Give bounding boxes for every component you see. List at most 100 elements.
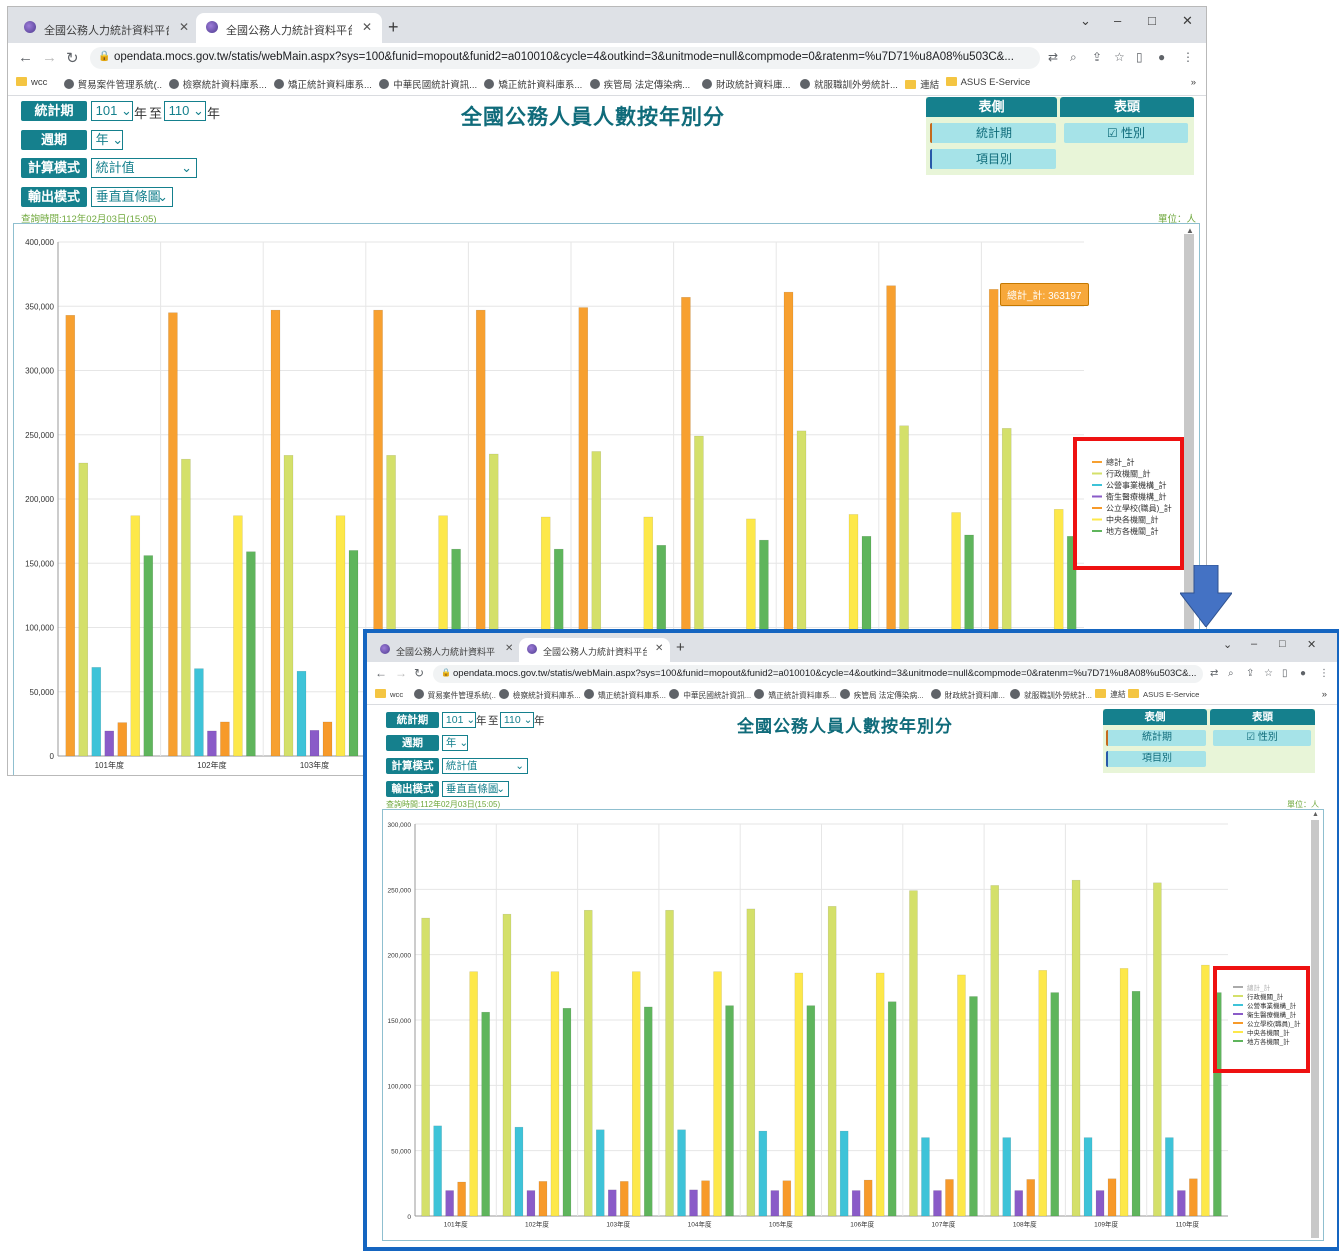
tab-query[interactable]: 全國公務人力統計資料平台查詢網 ✕: [519, 638, 670, 662]
menu-icon[interactable]: ⋮: [1182, 50, 1194, 64]
bookmark-item[interactable]: 矯正統計資料庫系...: [484, 77, 582, 91]
gender-dimension-button[interactable]: ☑ 性別: [1213, 730, 1311, 746]
bookmark-item[interactable]: wcc: [16, 77, 47, 88]
bookmark-item[interactable]: 連結: [1095, 689, 1126, 700]
bookmark-item[interactable]: 疾管局 法定傳染病...: [589, 77, 690, 91]
zoom-icon[interactable]: ⌕: [1070, 50, 1077, 65]
translate-icon[interactable]: ⇄: [1048, 50, 1058, 64]
scroll-up-icon[interactable]: ▲: [1312, 811, 1319, 818]
maximize-icon[interactable]: □: [1148, 13, 1156, 28]
bookmark-item[interactable]: 矯正統計資料庫系...: [583, 689, 666, 701]
back-icon[interactable]: ←: [375, 666, 387, 680]
bookmark-item[interactable]: 中華民國統計資訊...: [379, 77, 477, 91]
side-panel-icon[interactable]: ▯: [1136, 50, 1143, 64]
bookmark-item[interactable]: 檢察統計資料庫系...: [498, 689, 581, 701]
bookmark-item[interactable]: 就服職訓外勞統計...: [1010, 689, 1092, 701]
bookmarks-more-icon[interactable]: »: [1191, 77, 1196, 88]
tab-query[interactable]: 全國公務人力統計資料平台查詢網 ✕: [196, 13, 382, 43]
bookmark-item[interactable]: 中華民國統計資訊...: [669, 689, 751, 701]
share-icon[interactable]: ⇪: [1246, 668, 1254, 679]
forward-icon[interactable]: →: [42, 49, 57, 66]
bookmark-label: 矯正統計資料庫系...: [768, 691, 837, 701]
stat-period-dimension-button[interactable]: 統計期: [930, 123, 1056, 143]
bookmark-item[interactable]: 檢察統計資料庫系...: [168, 77, 267, 91]
tab-search-icon[interactable]: ⌄: [1223, 638, 1232, 651]
bookmark-item[interactable]: 財政統計資料庫...: [930, 689, 1005, 701]
bookmark-item[interactable]: 貿易案件管理系統(..: [63, 77, 162, 91]
bookmark-item[interactable]: 就服職訓外勞統計...: [800, 77, 898, 91]
new-tab-button[interactable]: +: [388, 17, 399, 38]
period-to-select[interactable]: 110 ⌄: [500, 712, 534, 728]
bar: [665, 909, 674, 1217]
minimize-icon[interactable]: –: [1251, 638, 1257, 650]
minimize-icon[interactable]: –: [1114, 13, 1121, 28]
address-bar[interactable]: 🔒 opendata.mocs.gov.tw/statis/webMain.as…: [433, 665, 1203, 683]
zoom-icon[interactable]: ⌕: [1228, 668, 1234, 679]
output-mode-select[interactable]: 垂直直條圖 ⌄: [442, 781, 509, 797]
profile-icon[interactable]: ●: [1158, 50, 1165, 64]
reload-icon[interactable]: ↻: [66, 49, 79, 67]
translate-icon[interactable]: ⇄: [1210, 668, 1218, 679]
reload-icon[interactable]: ↻: [414, 666, 424, 680]
menu-icon[interactable]: ⋮: [1319, 668, 1329, 679]
side-panel-icon[interactable]: ▯: [1282, 668, 1288, 679]
stat-period-dimension-button[interactable]: 統計期: [1106, 730, 1206, 746]
bar: [921, 1137, 930, 1217]
item-dimension-button[interactable]: 項目別: [930, 149, 1056, 169]
bookmark-item[interactable]: 連結: [905, 77, 939, 91]
bookmarks-more-icon[interactable]: »: [1322, 689, 1327, 700]
bar: [78, 462, 89, 757]
bookmark-item[interactable]: ASUS E-Service: [945, 77, 1030, 88]
calc-mode-select[interactable]: 統計值 ⌄: [442, 758, 528, 774]
bookmark-item[interactable]: 矯正統計資料庫系...: [274, 77, 372, 91]
bookmark-item[interactable]: 矯正統計資料庫系...: [754, 689, 836, 701]
bar: [725, 1005, 734, 1217]
bookmark-item[interactable]: 疾管局 法定傳染病...: [839, 689, 924, 701]
page-title: 全國公務人員人數按年別分: [737, 717, 953, 736]
chart-icon: [379, 79, 390, 89]
bar: [584, 909, 593, 1217]
bar: [296, 670, 307, 757]
cycle-select[interactable]: 年 ⌄: [91, 130, 123, 150]
close-tab-icon[interactable]: ✕: [505, 643, 513, 654]
bookmark-label: 矯正統計資料庫系...: [597, 691, 666, 701]
globe-icon: [589, 79, 600, 89]
bookmark-label: 矯正統計資料庫系...: [498, 80, 583, 91]
legend-highlight-box: [1073, 437, 1184, 570]
cycle-select[interactable]: 年 ⌄: [442, 735, 468, 751]
profile-icon[interactable]: ●: [1300, 668, 1306, 679]
chart-scrollbar[interactable]: [1311, 820, 1319, 1238]
bookmark-star-icon[interactable]: ☆: [1264, 668, 1273, 679]
bookmark-item[interactable]: wcc: [375, 689, 403, 699]
window-close-icon[interactable]: ✕: [1182, 13, 1193, 29]
bookmark-item[interactable]: ASUS E-Service: [1127, 689, 1199, 699]
new-tab-button[interactable]: +: [676, 639, 685, 656]
close-tab-icon[interactable]: ✕: [655, 643, 663, 654]
item-dimension-button[interactable]: 項目別: [1106, 751, 1206, 767]
back-icon[interactable]: ←: [18, 49, 33, 66]
tab-platform[interactable]: 全國公務人力統計資料平台 ✕: [372, 638, 518, 662]
bar: [1119, 968, 1129, 1217]
forward-icon[interactable]: →: [395, 666, 407, 680]
period-from-select[interactable]: 101 ⌄: [91, 101, 133, 121]
close-tab-icon[interactable]: ✕: [362, 20, 372, 34]
share-icon[interactable]: ⇪: [1092, 50, 1102, 64]
period-to-select[interactable]: 110 ⌄: [164, 101, 206, 121]
bar: [957, 974, 966, 1217]
bookmark-item[interactable]: 貿易案件管理系統(..: [413, 689, 496, 701]
window-close-icon[interactable]: ✕: [1307, 638, 1316, 651]
tab-platform[interactable]: 全國公務人力統計資料平台 ✕: [14, 13, 194, 43]
tab-search-icon[interactable]: ⌄: [1080, 13, 1091, 29]
period-from-select[interactable]: 101 ⌄: [442, 712, 476, 728]
calc-mode-select[interactable]: 統計值 ⌄: [91, 158, 197, 178]
output-mode-select[interactable]: 垂直直條圖 ⌄: [91, 187, 173, 207]
scroll-up-icon[interactable]: ▲: [1186, 226, 1194, 235]
bookmark-star-icon[interactable]: ☆: [1114, 50, 1125, 64]
y-tick-label: 0: [50, 752, 55, 761]
close-tab-icon[interactable]: ✕: [179, 20, 189, 34]
gender-dimension-button[interactable]: ☑ 性別: [1064, 123, 1188, 143]
maximize-icon[interactable]: □: [1279, 638, 1286, 650]
bookmark-item[interactable]: 財政統計資料庫...: [702, 77, 790, 91]
x-tick-label: 102年度: [197, 760, 226, 770]
address-bar[interactable]: 🔒 opendata.mocs.gov.tw/statis/webMain.as…: [90, 47, 1040, 69]
